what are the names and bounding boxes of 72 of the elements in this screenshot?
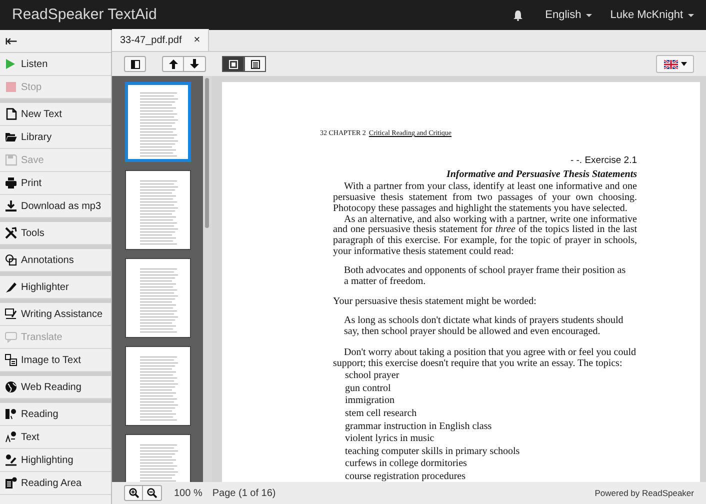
example-statement: As long as schools don't dictate what kinds of prayers students should say, then school prayer should be allowed and even encouraged. [343, 316, 624, 338]
paragraph: Your persuasive thesis statement might be worded: [333, 296, 538, 308]
paragraph: With a partner from your class, identify at least one informative and one persuasive thesis statement from two passages of your own choosing. Photocopy these passages and highlight the statements you have selected. [333, 182, 637, 215]
page-icon [228, 60, 238, 68]
app-title: ReadSpeaker TextAid [12, 4, 157, 25]
exercise-number: - -. Exercise 2.1 [570, 154, 637, 166]
language-flag-dropdown[interactable] [656, 55, 694, 73]
zoom-out-button[interactable] [143, 485, 162, 501]
single-page-view-button[interactable] [222, 56, 244, 72]
sidebar-item[interactable]: New Text [0, 103, 111, 126]
zoom-in-icon [128, 488, 138, 498]
caret-icon [688, 14, 694, 16]
speech-bubble-icon [5, 331, 17, 343]
marker-icon [5, 281, 17, 293]
writing-icon [5, 308, 17, 320]
document-tab[interactable]: 33-47_pdf.pdf × [112, 29, 210, 51]
paragraph: As an alternative, and also working with a partner, write one informative and one persuasive thesis statement for three of the topics listed in the last paragraph of this exercise. For example, for the topic of prayer in schools, your informative thesis statement could read: [333, 214, 637, 258]
topic-item: gun control [345, 382, 391, 394]
annotation-icon [5, 254, 17, 266]
caret-icon [586, 14, 592, 16]
play-icon [5, 58, 17, 70]
arrow-down-icon [190, 59, 199, 69]
document-icon [5, 108, 17, 120]
topic-item: stem cell research [345, 408, 417, 420]
close-tab-button[interactable]: × [194, 34, 200, 46]
exercise-heading: Informative and Persuasive Thesis Statements [446, 168, 637, 180]
text-view-button[interactable] [244, 56, 266, 72]
globe-icon [5, 381, 17, 393]
sidebar-item[interactable]: Writing Assistance [0, 303, 111, 326]
highlighting-settings-icon [5, 454, 17, 466]
page-indicator: Page (1 of 16) [212, 486, 276, 500]
topic-item: teaching computer skills in primary schools [345, 446, 520, 457]
user-menu[interactable]: Luke McKnight [610, 6, 694, 24]
tools-icon [5, 227, 17, 239]
topic-item: course registration procedures [345, 471, 466, 482]
sidebar-item[interactable]: Listen [0, 53, 111, 76]
image-text-icon [5, 354, 17, 366]
flag-icon [664, 60, 678, 68]
reading-settings-icon [5, 408, 17, 420]
zoom-level: 100 % [174, 486, 202, 500]
reading-area-icon [5, 477, 17, 489]
topic-item: curfews in college dormitories [345, 458, 467, 470]
sidebar-item[interactable]: Reading Area [0, 472, 111, 495]
list-icon [250, 60, 260, 68]
sidebar-item[interactable]: Text [0, 426, 111, 449]
folder-icon [5, 131, 17, 143]
stop-icon [5, 81, 17, 93]
sidebar-item[interactable]: Reading [0, 403, 111, 426]
topic-item: violent lyrics in music [345, 433, 434, 444]
text-settings-icon [5, 431, 17, 443]
zoom-out-icon [147, 488, 157, 498]
topic-item: immigration [345, 395, 394, 406]
collapse-sidebar-button[interactable]: ⇤ [0, 30, 111, 53]
next-page-button[interactable] [184, 56, 206, 72]
topic-item: school prayer [345, 370, 400, 382]
example-statement: Both advocates and opponents of school prayer frame their position as a matter of freedom. [343, 266, 627, 288]
arrow-up-icon [168, 59, 178, 69]
language-menu[interactable]: English [545, 6, 592, 24]
zoom-in-button[interactable] [124, 485, 143, 501]
download-icon [5, 200, 17, 212]
sidebar-item[interactable]: Print [0, 172, 111, 195]
toggle-panel-button[interactable] [124, 56, 146, 72]
printer-icon [5, 177, 17, 189]
bell-icon [513, 10, 524, 20]
previous-page-button[interactable] [162, 56, 184, 72]
topic-item: grammar instruction in English class [345, 420, 492, 432]
sidebar-item[interactable]: Library [0, 126, 111, 149]
caret-icon [680, 62, 686, 66]
paragraph: Don't worry about taking a position that you agree with or feel you could support; this exercise doesn't require that you write an essay. The topics: [333, 348, 637, 370]
powered-by-text: Powered by ReadSpeaker [594, 486, 694, 500]
sidebar-item[interactable]: Highlighting [0, 449, 111, 472]
panel-icon [130, 60, 140, 68]
